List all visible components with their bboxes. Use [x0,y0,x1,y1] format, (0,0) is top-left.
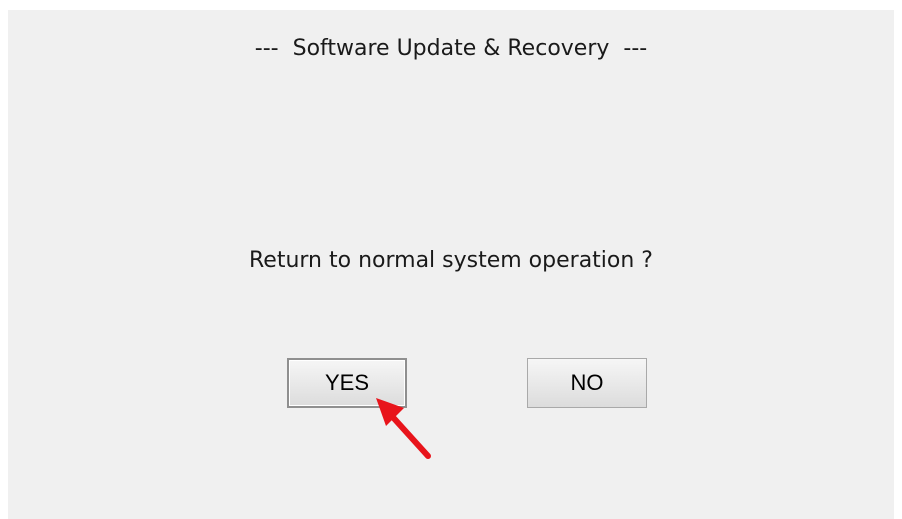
yes-button-label: YES [324,370,370,395]
recovery-dialog: --- Software Update & Recovery --- Retur… [8,10,894,519]
dialog-question: Return to normal system operation ? [249,248,653,273]
no-button[interactable]: NO [527,358,647,408]
red-arrow-icon [376,398,431,459]
no-button-label: NO [570,370,604,395]
dialog-title: --- Software Update & Recovery --- [254,36,648,61]
